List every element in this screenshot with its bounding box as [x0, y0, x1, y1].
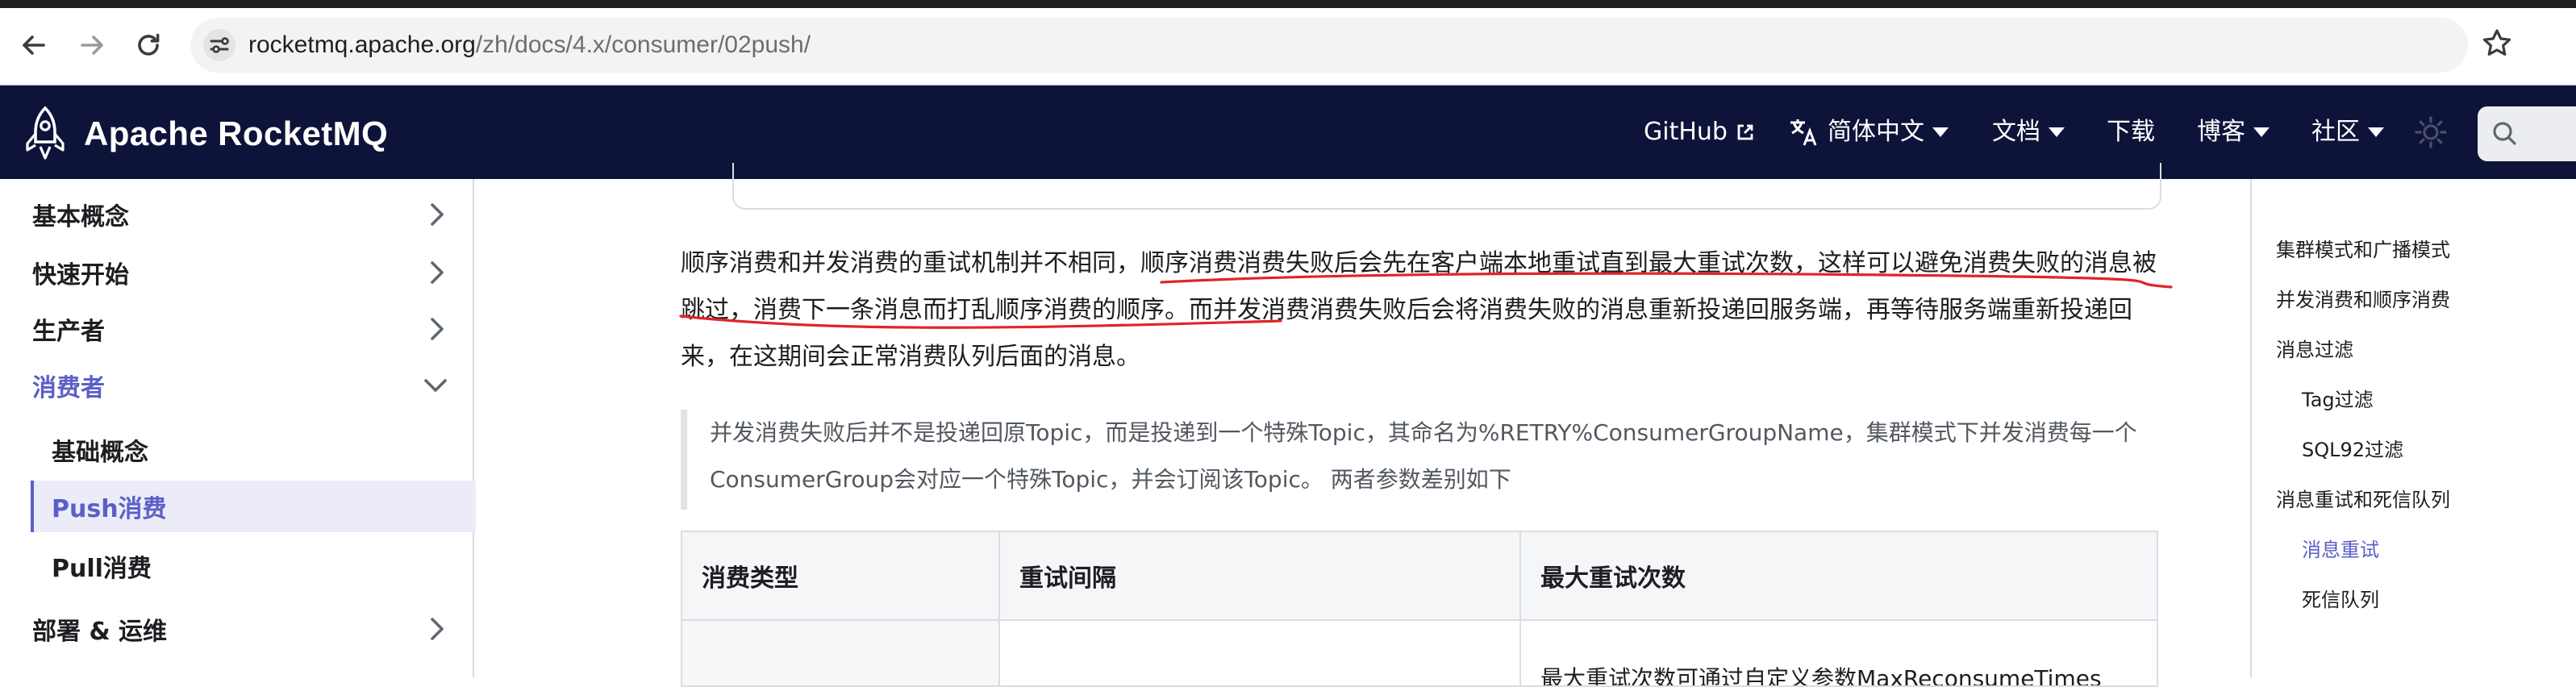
back-button[interactable] [16, 27, 52, 63]
reload-button[interactable] [131, 27, 166, 63]
address-bar[interactable]: rocketmq.apache.org/zh/docs/4.x/consumer… [190, 18, 2468, 73]
docs-sidebar: 基本概念 快速开始 生产者 消费者 基础概念 Push消费 Pull消费 部署 … [0, 179, 476, 677]
sidebar-item-label: 基本概念 [32, 203, 129, 231]
chevron-right-icon [431, 318, 444, 340]
nav-community-dropdown[interactable]: 社区 [2311, 85, 2384, 179]
sidebar-item-consumer-basics[interactable]: 基础概念 [0, 421, 473, 479]
sidebar-item-producer[interactable]: 生产者 [0, 300, 473, 358]
sidebar-item-label: 基础概念 [52, 439, 148, 467]
chevron-right-icon [431, 203, 444, 226]
toc-item-concurrent-orderly[interactable]: 并发消费和顺序消费 [2276, 284, 2450, 312]
caret-down-icon [2049, 127, 2065, 137]
retry-mechanism-paragraph: 顺序消费和并发消费的重试机制并不相同，顺序消费消费失败后会先在客户端本地重试直到… [681, 240, 2165, 381]
rocketmq-logo-icon [26, 106, 65, 160]
url-host: rocketmq.apache.org [248, 31, 476, 58]
table-header-cell: 消费类型 [681, 531, 1000, 621]
toc-item-dead-letter-queue[interactable]: 死信队列 [2302, 584, 2379, 612]
note-text: 并发消费失败后并不是投递回原Topic，而是投递到一个特殊Topic，其命名为%… [710, 419, 2137, 493]
nav-blog-label: 博客 [2197, 118, 2245, 146]
table-row: 最大重试次数可通过自定义参数MaxReconsumeTimes [681, 619, 2158, 687]
arrow-right-icon [81, 35, 103, 55]
bookmark-star-icon[interactable] [2479, 26, 2515, 61]
caret-down-icon [1932, 127, 1949, 137]
caret-down-icon [2368, 127, 2384, 137]
table-header-row: 消费类型 重试间隔 最大重试次数 [681, 531, 2158, 621]
search-input[interactable] [2478, 106, 2576, 161]
retry-topic-note: 并发消费失败后并不是投递回原Topic，而是投递到一个特殊Topic，其命名为%… [681, 410, 2181, 510]
table-cell: 最大重试次数可通过自定义参数MaxReconsumeTimes [1519, 619, 2158, 687]
chevron-right-icon [431, 618, 444, 640]
toc-item-retry-dlq[interactable]: 消息重试和死信队列 [2276, 484, 2450, 512]
chevron-right-icon [431, 261, 444, 284]
sidebar-item-push-consumer[interactable]: Push消费 [31, 481, 476, 532]
arrow-left-icon [23, 35, 45, 55]
table-of-contents: 集群模式和广播模式 并发消费和顺序消费 消息过滤 Tag过滤 SQL92过滤 消… [2250, 179, 2576, 677]
site-settings-icon[interactable] [203, 29, 236, 61]
doc-content: 顺序消费和并发消费的重试机制并不相同，顺序消费消费失败后会先在客户端本地重试直到… [474, 163, 2249, 687]
sidebar-item-label: Pull消费 [52, 555, 152, 583]
brand-link[interactable]: Apache RocketMQ [23, 105, 388, 163]
search-icon [2493, 122, 2516, 145]
toc-item-message-retry[interactable]: 消息重试 [2302, 534, 2379, 562]
external-link-icon [1737, 124, 1753, 140]
sidebar-item-label: 部署 & 运维 [32, 618, 168, 646]
toc-item-cluster-broadcast[interactable]: 集群模式和广播模式 [2276, 234, 2450, 262]
theme-toggle-sun-icon[interactable] [2415, 116, 2447, 148]
sidebar-item-pull-consumer[interactable]: Pull消费 [0, 537, 473, 595]
table-header-cell: 最大重试次数 [1519, 531, 2158, 621]
translate-icon [1790, 119, 1817, 146]
caret-down-icon [2253, 127, 2270, 137]
table-header-cell: 重试间隔 [998, 531, 1521, 621]
sidebar-item-consumer[interactable]: 消费者 [0, 356, 473, 414]
sidebar-item-basic-concepts[interactable]: 基本概念 [0, 185, 473, 244]
retry-params-table: 消费类型 重试间隔 最大重试次数 最大重试次数可通过自定义参数MaxRecons… [681, 531, 2158, 687]
nav-blog-dropdown[interactable]: 博客 [2197, 85, 2270, 179]
previous-code-block-edge [732, 163, 2161, 210]
browser-toolbar: rocketmq.apache.org/zh/docs/4.x/consumer… [0, 0, 2576, 85]
sidebar-item-label: 快速开始 [32, 261, 129, 289]
nav-community-label: 社区 [2311, 118, 2360, 146]
toc-item-tag-filter[interactable]: Tag过滤 [2302, 384, 2374, 412]
reload-icon [138, 33, 160, 56]
url-text[interactable]: rocketmq.apache.org/zh/docs/4.x/consumer… [248, 18, 811, 73]
chevron-down-icon [424, 379, 447, 392]
table-cell [681, 619, 1000, 687]
toc-item-message-filter[interactable]: 消息过滤 [2276, 334, 2353, 362]
sidebar-item-label: Push消费 [52, 495, 167, 523]
table-cell-text: 最大重试次数可通过自定义参数MaxReconsumeTimes [1540, 665, 2102, 685]
brand-name: Apache RocketMQ [84, 114, 389, 152]
table-cell [998, 619, 1521, 687]
url-path: /zh/docs/4.x/consumer/02push/ [475, 31, 811, 58]
forward-button[interactable] [74, 27, 110, 63]
window-top-edge [0, 0, 2576, 8]
toc-item-sql92-filter[interactable]: SQL92过滤 [2302, 434, 2403, 462]
sidebar-item-label: 生产者 [32, 318, 105, 346]
sidebar-item-quick-start[interactable]: 快速开始 [0, 244, 473, 302]
sidebar-item-deploy-ops[interactable]: 部署 & 运维 [0, 600, 473, 658]
paragraph-intro: 顺序消费和并发消费的重试机制并不相同， [681, 249, 1140, 277]
sidebar-item-label: 消费者 [32, 374, 105, 402]
